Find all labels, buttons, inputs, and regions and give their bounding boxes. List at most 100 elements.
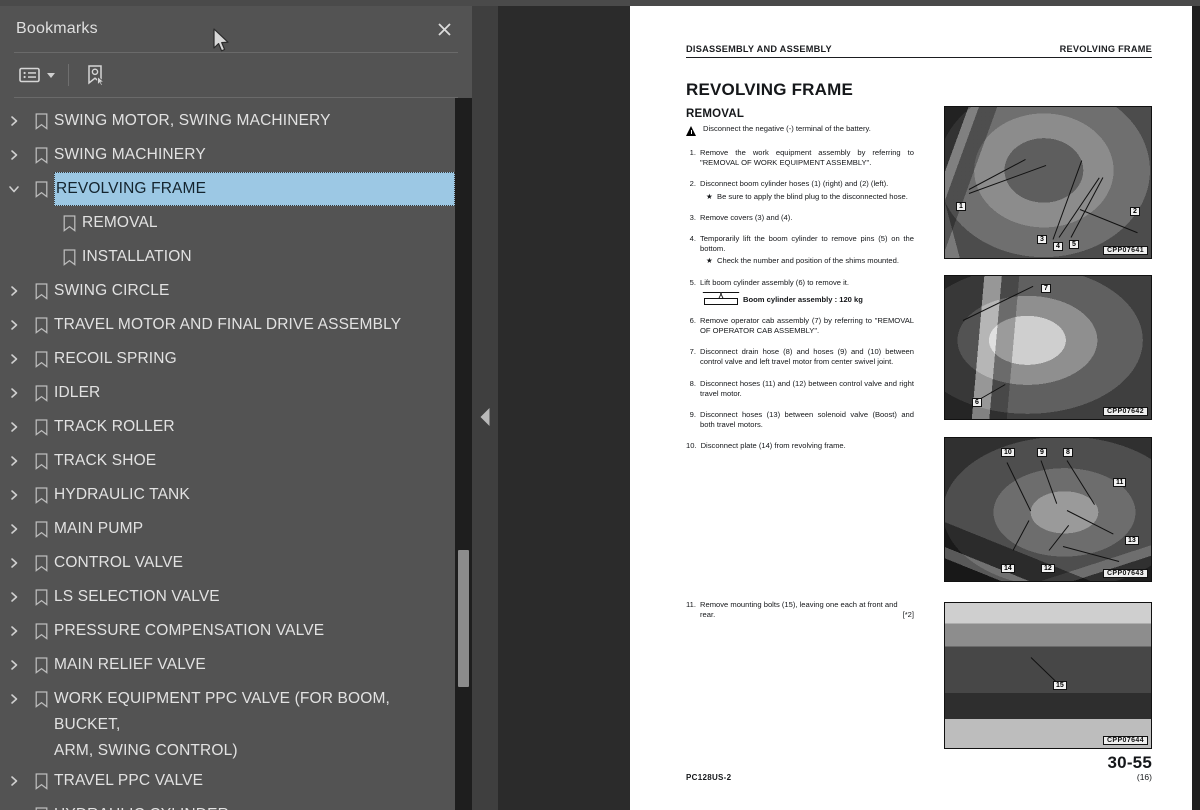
chevron-right-icon[interactable] [0,580,28,614]
chevron-right-icon[interactable] [0,138,28,172]
step-text: Remove the work equipment assembly by re… [700,148,914,168]
step-text: Remove covers (3) and (4). [700,212,793,222]
step-body: Disconnect boom cylinder hoses (1) (righ… [700,179,914,201]
figure-callout: 6 [972,398,982,407]
pdf-viewer-window: Bookmarks SWING MOTOR, SWING MACHINERY S… [0,0,1200,810]
star-icon: ★ [706,191,713,201]
leader-line [1062,546,1120,562]
bookmark-icon [28,682,54,716]
figure-callout: 14 [1001,564,1015,573]
bookmark-item-track-shoe[interactable]: TRACK SHOE [0,444,455,478]
chevron-right-icon[interactable] [0,546,28,580]
step-item: 11. Remove mounting bolts (15), leaving … [686,600,914,620]
bookmark-item-swing-circle[interactable]: SWING CIRCLE [0,274,455,308]
bookmark-item-label: TRAVEL PPC VALVE [54,772,204,789]
figure-callout: 10 [1001,448,1015,457]
bookmark-options-list-icon[interactable] [16,61,58,89]
chevron-right-icon[interactable] [0,410,28,444]
chevron-right-icon[interactable] [0,614,28,648]
chevron-down-icon[interactable] [0,172,28,206]
bookmark-icon [28,580,54,614]
bookmark-icon [28,376,54,410]
chevron-right-icon[interactable] [0,512,28,546]
chevron-right-icon[interactable] [0,648,28,682]
mouse-cursor [213,28,229,52]
chevron-right-icon[interactable] [0,104,28,138]
step-text: Lift boom cylinder assembly (6) to remov… [700,277,849,287]
bookmark-item-work-equipment-ppc-valve-for-boom-bucket[interactable]: WORK EQUIPMENT PPC VALVE (FOR BOOM, BUCK… [0,682,455,764]
leader-line [1052,160,1083,240]
bookmark-item-swing-machinery[interactable]: SWING MACHINERY [0,138,455,172]
chevron-right-icon[interactable] [0,308,28,342]
bookmark-item-installation[interactable]: INSTALLATION [0,240,455,274]
bookmark-item-hydraulic-cylinder[interactable]: HYDRAULIC CYLINDER [0,798,455,810]
bookmark-item-label: TRAVEL MOTOR AND FINAL DRIVE ASSEMBLY [54,316,402,333]
chevron-right-icon[interactable] [0,342,28,376]
chevron-right-icon[interactable] [0,444,28,478]
chevron-right-icon[interactable] [0,376,28,410]
bookmark-item-travel-ppc-valve[interactable]: TRAVEL PPC VALVE [0,764,455,798]
bookmark-item-pressure-compensation-valve[interactable]: PRESSURE COMPENSATION VALVE [0,614,455,648]
figure-caption: CPP07643 [1102,569,1148,578]
bookmark-item-idler[interactable]: IDLER [0,376,455,410]
chevron-right-icon[interactable] [0,682,28,716]
figure-callout: 4 [1053,242,1063,251]
step-body: Disconnect hoses (13) between solenoid v… [700,410,914,430]
figure-4: 15 CPP07644 [944,602,1152,749]
chevron-down-icon [47,72,55,78]
page-title: REVOLVING FRAME [686,80,854,99]
toolbar-separator [68,64,69,86]
bookmark-icon [28,342,54,376]
step-note: ★ Check the number and position of the sh… [700,256,914,266]
chevron-right-icon[interactable] [0,798,28,810]
step-number: 5. [689,277,696,287]
bookmark-item-removal[interactable]: REMOVAL [0,206,455,240]
bookmarks-panel-header: Bookmarks [0,6,472,52]
bookmark-item-main-pump[interactable]: MAIN PUMP [0,512,455,546]
figure-caption: CPP07644 [1102,736,1148,745]
footer-page-main: 30-55 [1107,753,1152,772]
bookmark-item-swing-motor-swing-machinery[interactable]: SWING MOTOR, SWING MACHINERY [0,104,455,138]
step-number: 10. [686,441,697,451]
footer-model: PC128US-2 [686,773,732,782]
figure-1: 1 2 3 4 5 CPP07641 [944,106,1152,259]
step-number: 6. [689,315,696,325]
bookmark-item-label: MAIN RELIEF VALVE [54,656,206,673]
bookmark-icon [28,478,54,512]
step-note: ★ Be sure to apply the blind plug to the … [700,192,914,202]
bookmark-item-track-roller[interactable]: TRACK ROLLER [0,410,455,444]
bookmark-item-travel-motor-and-final-drive-assembly[interactable]: TRAVEL MOTOR AND FINAL DRIVE ASSEMBLY [0,308,455,342]
bookmark-item-label: HYDRAULIC TANK [54,486,190,503]
bookmark-icon [28,274,54,308]
collapse-left-arrow-icon[interactable] [480,408,490,426]
bookmark-item-revolving-frame[interactable]: REVOLVING FRAME [0,172,455,206]
step-item: 6. Remove operator cab assembly (7) by re… [686,316,914,336]
bookmarks-panel: Bookmarks SWING MOTOR, SWING MACHINERY S… [0,0,472,810]
viewer-scrollbar[interactable] [1192,6,1200,810]
bookmark-item-control-valve[interactable]: CONTROL VALVE [0,546,455,580]
page-running-header: DISASSEMBLY AND ASSEMBLY REVOLVING FRAME [686,44,1152,58]
bookmark-icon [28,104,54,138]
leader-line [1040,460,1058,504]
step-item: 5. Lift boom cylinder assembly (6) to rem… [686,278,914,305]
bookmark-item-hydraulic-tank[interactable]: HYDRAULIC TANK [0,478,455,512]
bookmark-item-ls-selection-valve[interactable]: LS SELECTION VALVE [0,580,455,614]
step-body: Remove the work equipment assembly by re… [700,148,914,168]
bookmark-item-label: INSTALLATION [82,248,192,265]
bookmarks-scrollbar[interactable] [455,98,472,810]
step-item: 7. Disconnect drain hose (8) and hoses (9… [686,347,914,367]
figure-callout: 8 [1063,448,1073,457]
warning-triangle-icon [686,126,697,136]
chevron-right-icon[interactable] [0,274,28,308]
new-bookmark-icon[interactable] [81,61,109,89]
step-item: 1. Remove the work equipment assembly by … [686,148,914,168]
chevron-right-icon[interactable] [0,764,28,798]
bookmark-item-recoil-spring[interactable]: RECOIL SPRING [0,342,455,376]
bookmarks-scrollbar-thumb[interactable] [458,550,469,687]
close-icon[interactable] [430,15,458,43]
bookmark-item-main-relief-valve[interactable]: MAIN RELIEF VALVE [0,648,455,682]
bookmark-item-label: MAIN PUMP [54,520,144,537]
panel-splitter[interactable] [472,0,498,810]
leader-line [980,384,1006,399]
chevron-right-icon[interactable] [0,478,28,512]
